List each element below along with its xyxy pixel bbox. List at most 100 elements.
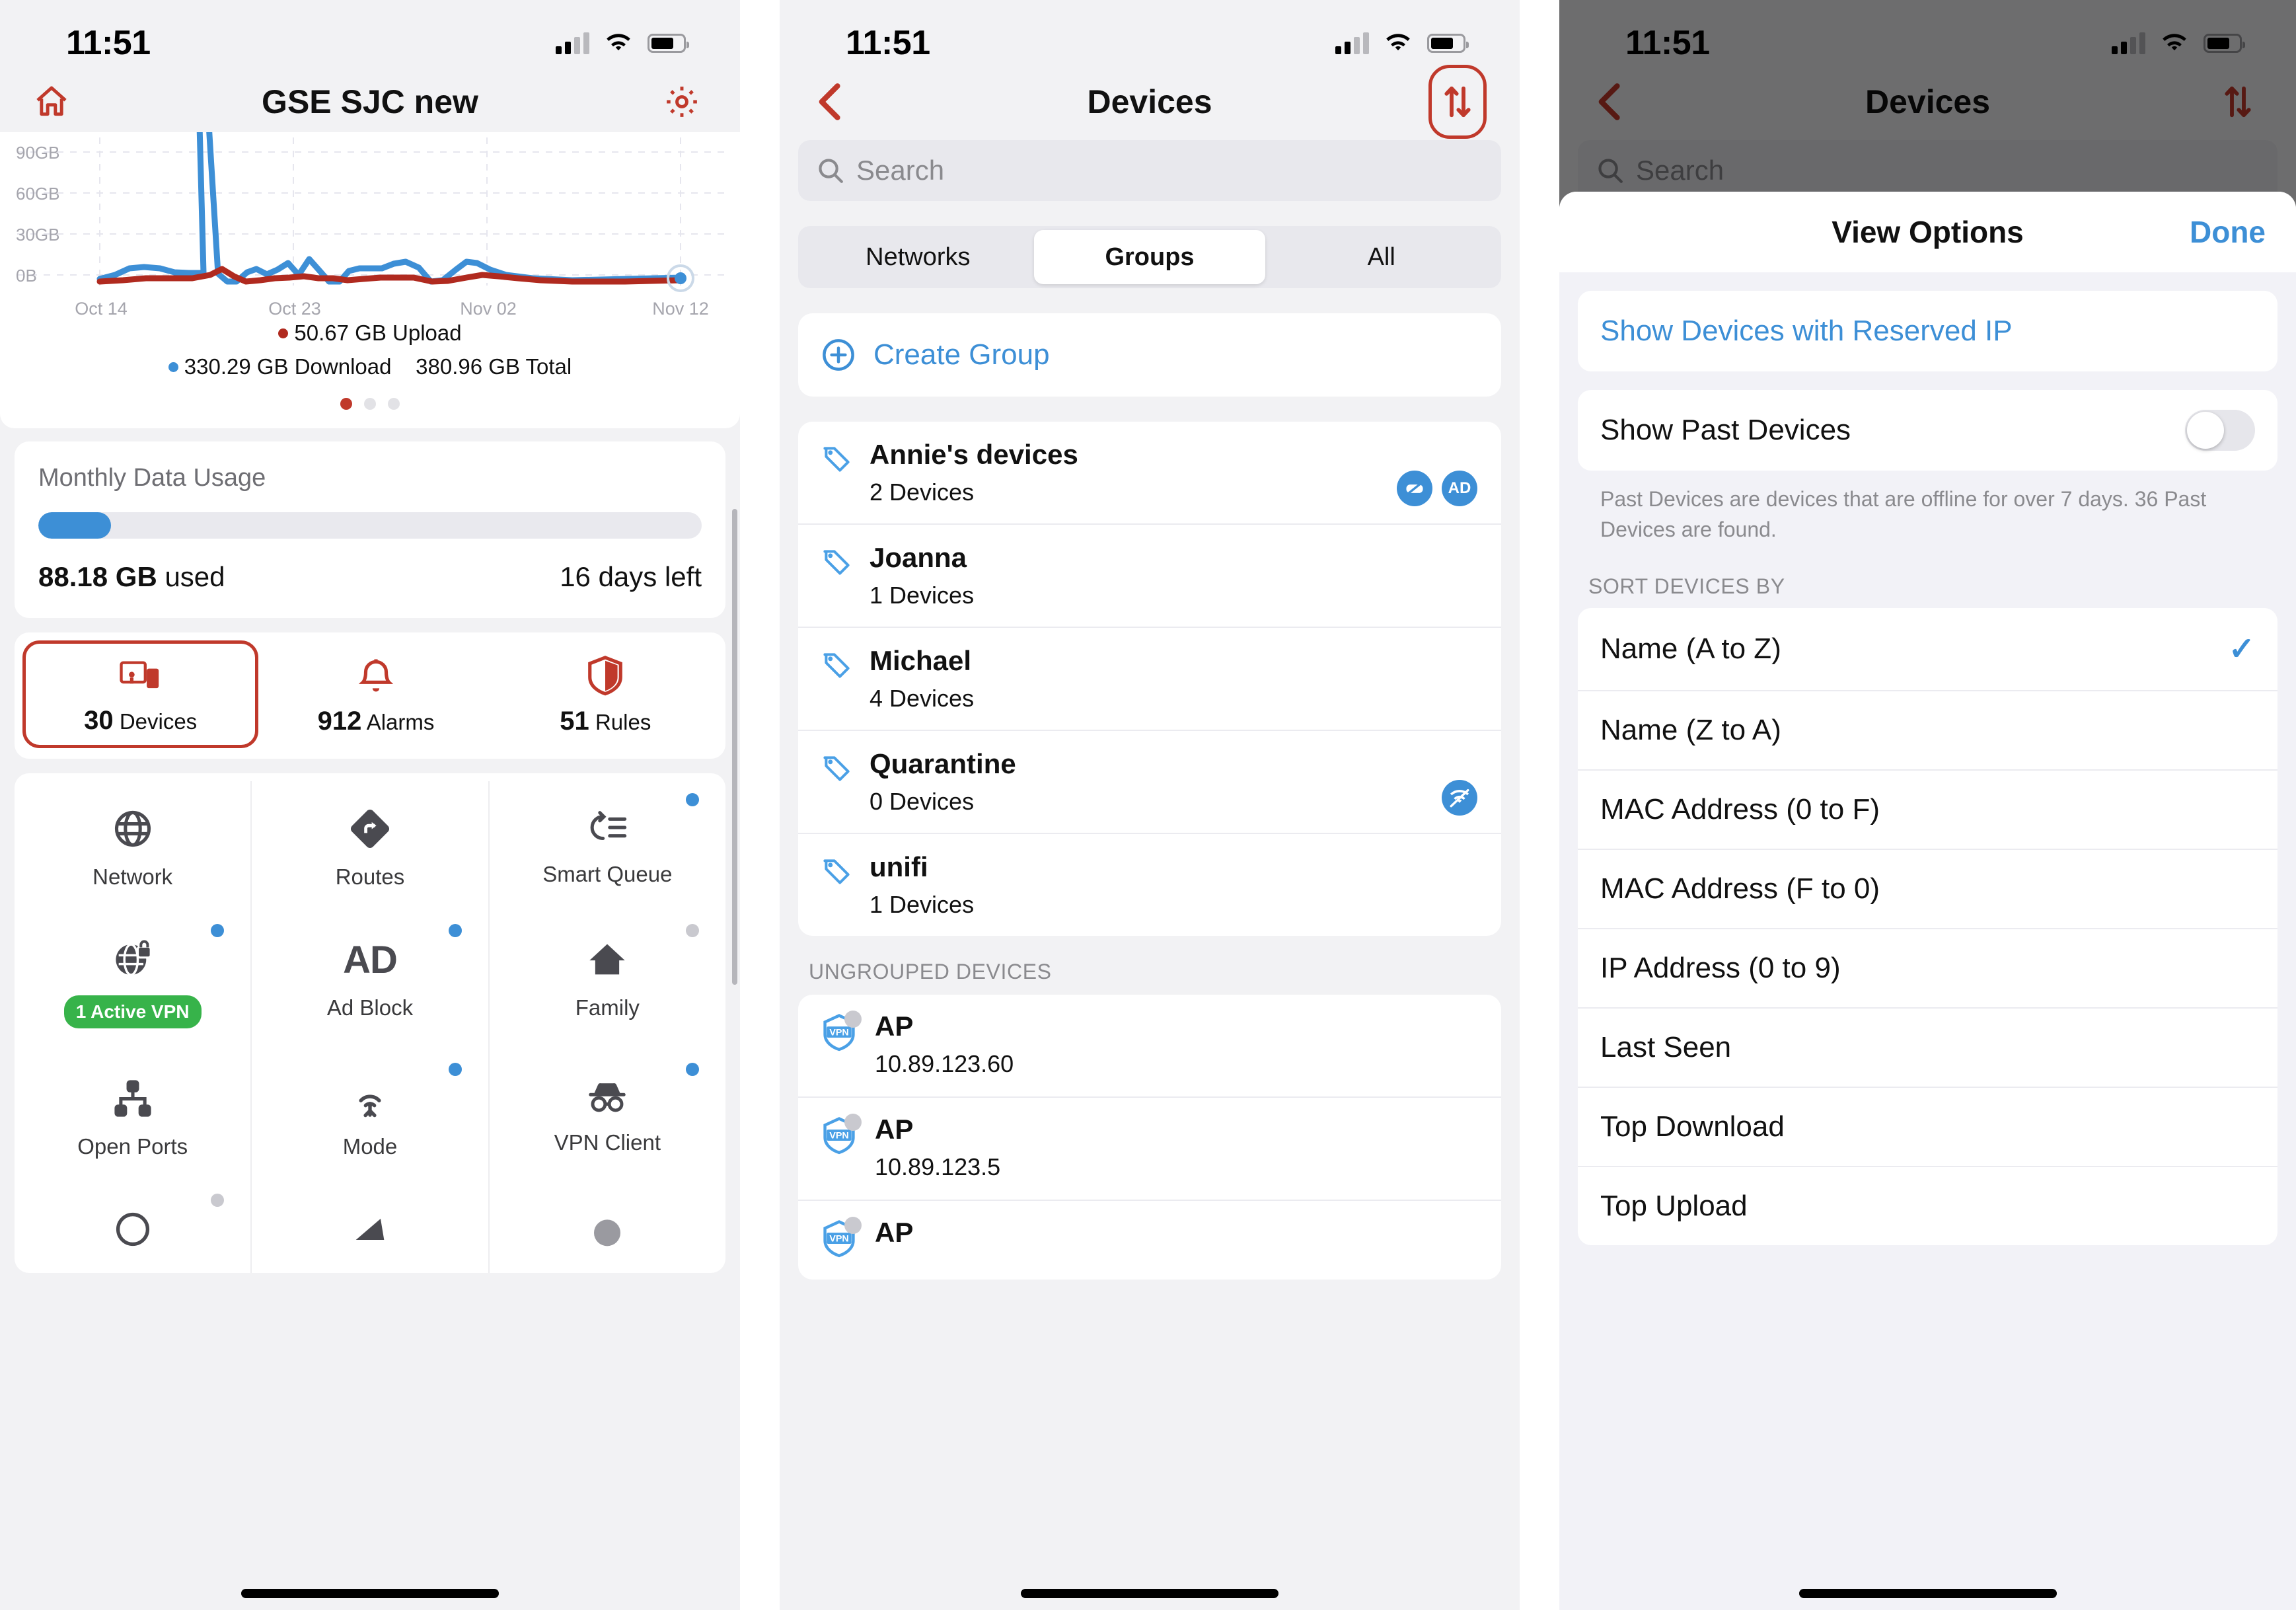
group-device-count: 2 Devices [870, 479, 975, 506]
grid-item-partial-2[interactable] [250, 1182, 488, 1274]
phone-screen-dashboard: 11:51 GSE SJC new 90GB 60GB 30GB 0B Oct … [0, 0, 740, 1610]
group-row-joanna[interactable]: Joanna 1 Devices [798, 523, 1501, 627]
group-row-annies-devices[interactable]: Annie's devices 2 Devices AD [798, 422, 1501, 523]
vpn-server-icon [116, 940, 152, 976]
cellular-signal-icon [1335, 32, 1369, 54]
grid-item-label: Smart Queue [542, 862, 673, 887]
sort-option-top-upload[interactable]: Top Upload [1578, 1165, 2277, 1245]
device-row-ap-1[interactable]: VPN AP 10.89.123.60 [798, 995, 1501, 1096]
device-meta: AP [875, 1217, 913, 1248]
devices-icon [120, 661, 159, 689]
svg-text:0B: 0B [16, 266, 37, 286]
show-past-devices-toggle[interactable] [2185, 410, 2255, 451]
offline-status-dot [844, 1011, 862, 1028]
tab-all[interactable]: All [1265, 230, 1497, 284]
group-row-michael[interactable]: Michael 4 Devices [798, 627, 1501, 730]
partial-icon-3 [594, 1219, 621, 1246]
grid-item-vpn-server[interactable]: 1 Active VPN [15, 912, 250, 1051]
feature-grid-card: Network Routes Smart Queue 1 Active VPN … [15, 773, 725, 1274]
svg-text:90GB: 90GB [16, 143, 60, 163]
device-row-ap-3-partial[interactable]: VPN AP [798, 1200, 1501, 1280]
svg-text:VPN: VPN [829, 1130, 848, 1141]
grid-item-network[interactable]: Network [15, 781, 250, 912]
pager-dot-3[interactable] [388, 398, 400, 410]
svg-text:60GB: 60GB [16, 184, 60, 204]
done-button[interactable]: Done [2190, 214, 2266, 250]
stat-alarms[interactable]: 912 Alarms [261, 644, 490, 744]
grid-item-mode[interactable]: Mode [250, 1051, 488, 1182]
grid-item-partial-3[interactable] [488, 1182, 725, 1274]
gear-icon[interactable] [657, 77, 707, 127]
sort-option-ip-09[interactable]: IP Address (0 to 9) [1578, 927, 2277, 1007]
home-icon[interactable] [26, 77, 77, 127]
notification-dot [211, 1194, 225, 1208]
group-device-count: 1 Devices [870, 891, 975, 918]
pager-dot-2[interactable] [364, 398, 376, 410]
legend-total-label: 380.96 GB Total [416, 354, 572, 379]
home-indicator [1798, 1589, 2057, 1598]
group-row-unifi[interactable]: unifi 1 Devices [798, 833, 1501, 936]
grid-item-smart-queue[interactable]: Smart Queue [488, 781, 725, 913]
sort-option-name-az[interactable]: Name (A to Z) ✓ [1578, 608, 2277, 690]
svg-text:VPN: VPN [829, 1233, 848, 1244]
routes-icon [350, 810, 390, 849]
group-meta: Annie's devices 2 Devices [870, 439, 1479, 506]
group-row-quarantine[interactable]: Quarantine 0 Devices [798, 730, 1501, 833]
pager-dot-1[interactable] [340, 398, 352, 410]
carousel-pager[interactable] [0, 383, 740, 422]
status-bar-icons [556, 32, 689, 54]
grid-item-ad-block[interactable]: AD Ad Block [250, 912, 488, 1052]
toggle-knob [2187, 412, 2224, 449]
usage-progress-bar [38, 512, 702, 539]
cellular-signal-icon [556, 32, 589, 54]
offline-status-dot [844, 1217, 862, 1234]
sheet-header: View Options Done [1559, 192, 2296, 272]
tag-icon [821, 542, 852, 581]
vpn-shield-icon: VPN [821, 1114, 862, 1158]
sheet-title: View Options [1832, 215, 2024, 249]
grid-item-open-ports[interactable]: Open Ports [15, 1051, 250, 1182]
svg-text:VPN: VPN [829, 1027, 848, 1038]
sort-option-mac-f0[interactable]: MAC Address (F to 0) [1578, 848, 2277, 928]
usage-used: 88.18 GB used [38, 561, 225, 593]
view-options-sheet: View Options Done Show Devices with Rese… [1559, 192, 2296, 1610]
wifi-icon [607, 34, 630, 51]
show-reserved-ip-link[interactable]: Show Devices with Reserved IP [1578, 291, 2277, 371]
stat-devices[interactable]: 30 Devices [22, 640, 259, 749]
search-placeholder: Search [856, 155, 945, 186]
sort-option-mac-0f[interactable]: MAC Address (0 to F) [1578, 769, 2277, 849]
reserved-ip-card: Show Devices with Reserved IP [1578, 291, 2277, 371]
group-meta: Quarantine 0 Devices [870, 748, 1479, 816]
device-name: AP [875, 1114, 914, 1145]
svg-text:30GB: 30GB [16, 225, 60, 245]
incognito-icon [589, 1083, 626, 1112]
device-row-ap-2[interactable]: VPN AP 10.89.123.5 [798, 1096, 1501, 1200]
tab-networks[interactable]: Networks [802, 230, 1034, 284]
monthly-data-usage-card[interactable]: Monthly Data Usage 88.18 GB used 16 days… [15, 441, 725, 619]
status-bar-time: 11:51 [66, 24, 151, 62]
search-input[interactable]: Search [798, 140, 1501, 201]
show-past-devices-row[interactable]: Show Past Devices [1578, 390, 2277, 471]
wifi-off-icon [1442, 780, 1477, 816]
notification-dot [685, 793, 699, 807]
create-group-label: Create Group [873, 338, 1050, 371]
sort-option-last-seen[interactable]: Last Seen [1578, 1007, 2277, 1087]
grid-item-family[interactable]: Family [488, 912, 725, 1052]
tab-groups[interactable]: Groups [1033, 230, 1266, 284]
notification-dot [448, 924, 462, 938]
create-group-button[interactable]: Create Group [798, 313, 1501, 397]
segmented-control[interactable]: Networks Groups All [798, 226, 1501, 288]
back-button[interactable] [806, 77, 856, 127]
screenshot-divider-2 [1520, 0, 1559, 1610]
grid-item-routes[interactable]: Routes [250, 781, 488, 913]
stat-rules[interactable]: 51 Rules [491, 644, 720, 744]
sort-option-top-download[interactable]: Top Download [1578, 1086, 2277, 1166]
grid-item-vpn-client[interactable]: VPN Client [488, 1051, 725, 1182]
vertical-scrollbar[interactable] [732, 509, 737, 985]
sort-button[interactable] [1428, 65, 1487, 139]
grid-item-partial-1[interactable] [15, 1182, 250, 1273]
past-devices-card: Show Past Devices [1578, 390, 2277, 471]
notification-dot [685, 1063, 699, 1077]
sort-option-name-za[interactable]: Name (Z to A) [1578, 689, 2277, 769]
sort-option-label: Name (A to Z) [1600, 632, 1781, 665]
